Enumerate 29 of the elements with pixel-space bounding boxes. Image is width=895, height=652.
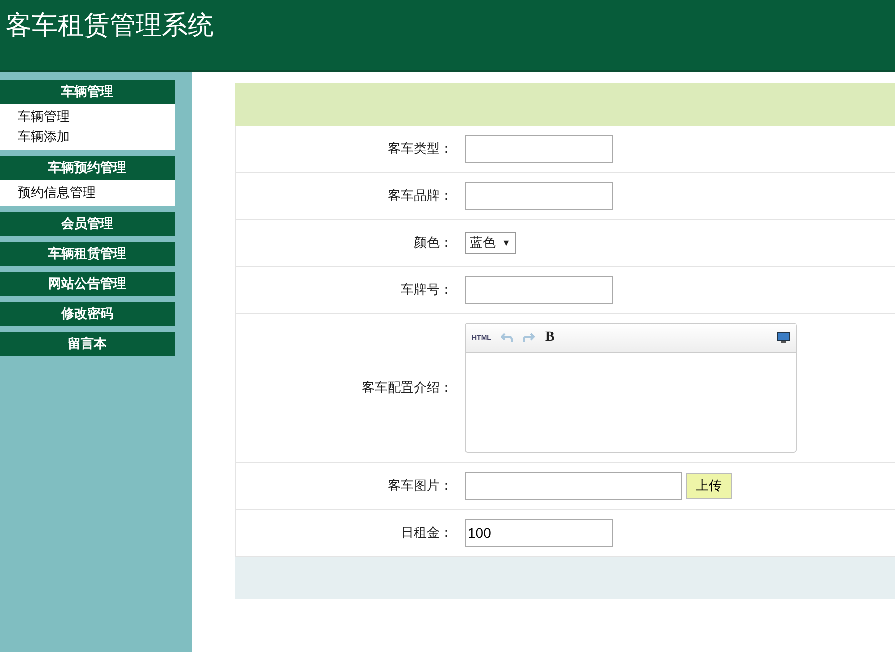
undo-icon[interactable] — [501, 333, 514, 343]
field-label: 日租金： — [400, 524, 454, 542]
text-field[interactable] — [465, 135, 613, 163]
field-label: 客车类型： — [387, 140, 454, 158]
menu-header[interactable]: 留言本 — [0, 332, 175, 356]
redo-icon[interactable] — [523, 333, 536, 343]
menu-header[interactable]: 会员管理 — [0, 212, 175, 236]
upload-button[interactable]: 上传 — [686, 473, 732, 499]
field-label: 客车品牌： — [387, 187, 454, 205]
field-label: 车牌号： — [400, 281, 454, 299]
menu-item[interactable]: 车辆管理 — [18, 108, 70, 126]
color-select[interactable]: 蓝色 ▼ — [465, 232, 516, 254]
bold-button[interactable]: B — [545, 330, 555, 346]
menu-header[interactable]: 修改密码 — [0, 302, 175, 326]
menu-header[interactable]: 车辆管理 — [0, 80, 175, 104]
field-label: 客车配置介绍： — [361, 379, 454, 397]
app-title: 客车租赁管理系统 — [6, 8, 214, 42]
file-field[interactable] — [465, 472, 682, 500]
menu-header[interactable]: 网站公告管理 — [0, 272, 175, 296]
text-field[interactable]: 100 — [465, 519, 613, 547]
text-field[interactable] — [465, 182, 613, 210]
menu-header[interactable]: 车辆预约管理 — [0, 156, 175, 180]
field-label: 客车图片： — [387, 477, 454, 495]
caret-icon: ▼ — [502, 238, 511, 248]
monitor-icon[interactable] — [777, 332, 790, 344]
text-field[interactable] — [465, 276, 613, 304]
field-label: 颜色： — [413, 234, 454, 252]
menu-item[interactable]: 车辆添加 — [18, 128, 70, 146]
menu-header[interactable]: 车辆租赁管理 — [0, 242, 175, 266]
